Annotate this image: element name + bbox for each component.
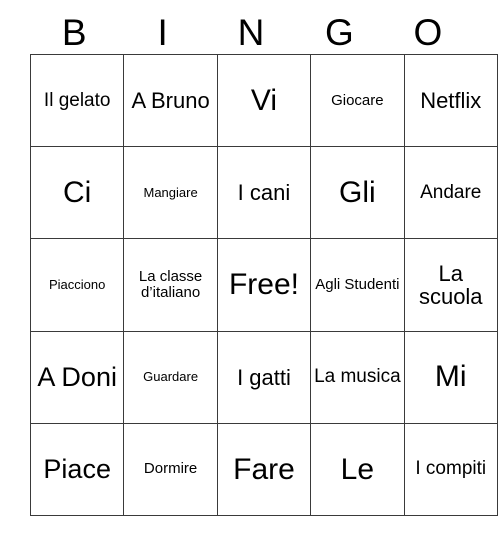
bingo-cell-label: Mi xyxy=(434,360,467,394)
bingo-cell-label: I cani xyxy=(237,180,291,206)
bingo-row: Ci Mangiare I cani Gli Andare xyxy=(30,146,498,240)
bingo-cell[interactable]: Gli xyxy=(310,146,405,240)
bingo-row: Il gelato A Bruno Vi Giocare Netflix xyxy=(30,54,498,148)
bingo-cell[interactable]: Andare xyxy=(404,146,498,240)
bingo-cell-label: I gatti xyxy=(237,364,291,390)
bingo-cell[interactable]: Guardare xyxy=(123,331,218,424)
bingo-cell-label: Vi xyxy=(250,83,278,117)
bingo-cell-label: La scuola xyxy=(418,260,483,310)
bingo-cell-label: Piacciono xyxy=(49,277,106,293)
bingo-cell-label: A Doni xyxy=(37,361,117,392)
bingo-cell[interactable]: Giocare xyxy=(310,54,405,148)
bingo-cell-label: Gli xyxy=(339,175,376,209)
bingo-cell[interactable]: A Bruno xyxy=(123,54,218,148)
bingo-cell-label: I compiti xyxy=(415,458,487,480)
bingo-header-letter-g: G xyxy=(325,11,354,53)
bingo-cell-label: Giocare xyxy=(331,91,384,109)
bingo-cell-label: Netflix xyxy=(420,88,482,113)
bingo-cell[interactable]: La classe d’italiano xyxy=(123,238,218,332)
bingo-cell[interactable]: Dormire xyxy=(123,423,218,517)
bingo-cell[interactable]: La scuola xyxy=(404,238,498,332)
bingo-cell[interactable]: Mi xyxy=(404,331,498,424)
bingo-cell-label: Guardare xyxy=(143,369,199,385)
bingo-cell[interactable]: La musica xyxy=(310,331,405,424)
bingo-cell-label: La classe d’italiano xyxy=(138,268,203,302)
bingo-cell[interactable]: I cani xyxy=(217,146,312,240)
bingo-cell-label: Le xyxy=(340,452,375,486)
bingo-cell-label: Agli Studenti xyxy=(315,276,400,294)
bingo-row: Piacciono La classe d’italiano Free! Agl… xyxy=(30,238,498,332)
bingo-cell[interactable]: Mangiare xyxy=(123,146,218,240)
bingo-cell[interactable]: Agli Studenti xyxy=(310,238,405,332)
bingo-cell[interactable]: Fare xyxy=(217,423,312,517)
bingo-cell-label: Piace xyxy=(43,454,111,485)
bingo-cell-label: Free! xyxy=(228,268,299,302)
bingo-cell[interactable]: I gatti xyxy=(217,331,312,424)
bingo-header-letter-o: O xyxy=(413,11,443,53)
bingo-cell[interactable]: A Doni xyxy=(30,331,125,424)
bingo-cell[interactable]: Le xyxy=(310,423,405,517)
bingo-header-letter-i: I xyxy=(157,11,168,53)
bingo-card: B I N G O Il gelato A Bruno Vi Giocare N… xyxy=(30,10,498,517)
bingo-cell-label: A Bruno xyxy=(131,88,210,113)
bingo-row: Piace Dormire Fare Le I compiti xyxy=(30,423,498,517)
bingo-cell[interactable]: I compiti xyxy=(404,423,498,517)
bingo-cell[interactable]: Piacciono xyxy=(30,238,125,332)
bingo-row: A Doni Guardare I gatti La musica Mi xyxy=(30,331,498,424)
bingo-header-letter-n: N xyxy=(237,11,265,53)
bingo-cell-label: Fare xyxy=(233,452,295,486)
bingo-cell-label: Il gelato xyxy=(43,89,111,111)
bingo-cell[interactable]: Ci xyxy=(30,146,125,240)
bingo-cell[interactable]: Vi xyxy=(217,54,312,148)
bingo-cell[interactable]: Il gelato xyxy=(30,54,125,148)
bingo-cell[interactable]: Piace xyxy=(30,423,125,517)
bingo-grid: Il gelato A Bruno Vi Giocare Netflix Ci … xyxy=(30,54,498,517)
bingo-cell[interactable]: Netflix xyxy=(404,54,498,148)
bingo-cell-label: Dormire xyxy=(143,460,198,478)
bingo-cell-label: Mangiare xyxy=(143,184,198,200)
bingo-cell-label: La musica xyxy=(314,366,401,388)
bingo-header-letter-b: B xyxy=(61,11,87,53)
bingo-cell-label: Andare xyxy=(420,181,482,203)
bingo-header-row: B I N G O xyxy=(30,10,472,54)
bingo-cell-free-space[interactable]: Free! xyxy=(217,238,312,332)
bingo-cell-label: Ci xyxy=(63,175,92,209)
